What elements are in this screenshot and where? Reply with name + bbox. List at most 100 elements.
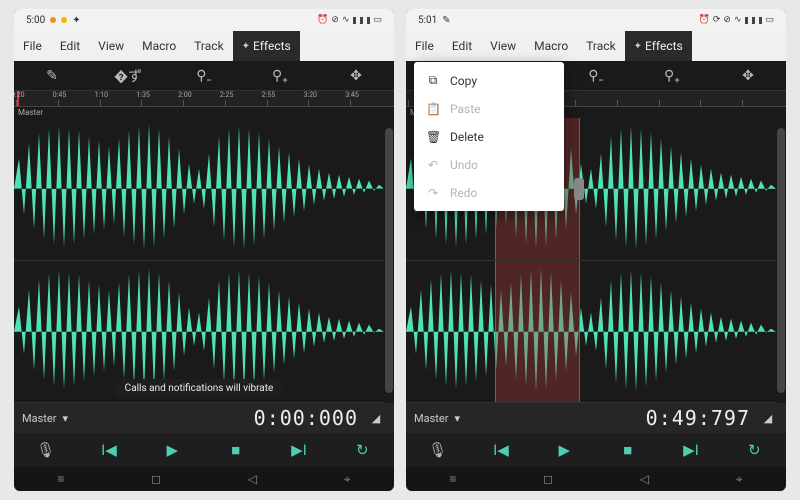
status-time: 5:00 bbox=[26, 15, 45, 26]
phone-screenshot-right: 5:01 ✎ ⏰ ⟳ ⊘ ∿ ▭ File Edit View Macro Tr… bbox=[406, 9, 786, 491]
meter-icon[interactable]: ◢ bbox=[758, 412, 778, 425]
status-time: 5:01 bbox=[418, 15, 437, 26]
menu-file[interactable]: File bbox=[14, 31, 51, 61]
menu-track[interactable]: Track bbox=[577, 31, 624, 61]
context-menu: ⧉ Copy 📋 Paste 🗑 Delete ↶ Undo ↷Redo bbox=[414, 62, 564, 211]
waveform-area[interactable]: Calls and notifications will vibrate bbox=[14, 118, 394, 403]
status-dot-icon bbox=[50, 17, 56, 23]
toast-notification: Calls and notifications will vibrate bbox=[115, 379, 284, 398]
nav-recent-icon[interactable]: ≡ bbox=[449, 472, 456, 486]
skip-back-button[interactable]: I◀ bbox=[487, 441, 515, 459]
play-button[interactable]: ▶ bbox=[158, 441, 186, 459]
zoom-out-icon[interactable]: ⚲₋ bbox=[581, 68, 611, 84]
menu-edit[interactable]: Edit bbox=[51, 31, 89, 61]
copy-icon: ⧉ bbox=[426, 73, 440, 88]
selection-region[interactable] bbox=[495, 261, 580, 403]
chevron-down-icon: ▾ bbox=[454, 412, 460, 425]
track-select[interactable]: Master ▾ bbox=[414, 412, 460, 425]
track-label: Master bbox=[14, 107, 394, 118]
context-copy[interactable]: ⧉ Copy bbox=[414, 66, 564, 95]
context-item-label: Delete bbox=[450, 130, 484, 144]
loop-button[interactable]: ↻ bbox=[740, 441, 768, 459]
menu-track[interactable]: Track bbox=[185, 31, 232, 61]
status-right-icons: ⏰ ⊘ ∿ ▭ bbox=[317, 15, 382, 25]
menu-effects[interactable]: Effects bbox=[233, 31, 300, 61]
menu-macro[interactable]: Macro bbox=[133, 31, 185, 61]
status-dot-icon bbox=[61, 17, 67, 23]
move-icon[interactable]: ✥ bbox=[733, 68, 763, 84]
scrollbar-vertical[interactable] bbox=[777, 128, 785, 393]
selection-handle-end[interactable] bbox=[574, 178, 584, 200]
nav-home-icon[interactable]: ◻ bbox=[543, 472, 553, 486]
loop-button[interactable]: ↻ bbox=[348, 441, 376, 459]
track-select[interactable]: Master ▾ bbox=[22, 412, 68, 425]
undo-icon: ↶ bbox=[426, 158, 440, 172]
track-select-label: Master bbox=[414, 412, 448, 425]
menu-view[interactable]: View bbox=[481, 31, 525, 61]
status-right-icons: ⏰ ⟳ ⊘ ∿ ▭ bbox=[699, 15, 774, 25]
meter-icon[interactable]: ◢ bbox=[366, 412, 386, 425]
zoom-out-icon[interactable]: ⚲₋ bbox=[189, 68, 219, 84]
move-icon[interactable]: ✥ bbox=[341, 68, 371, 84]
time-display: 0:00:000 bbox=[76, 406, 358, 430]
context-undo: ↶ Undo bbox=[414, 151, 564, 179]
tick-label: 3:45 bbox=[345, 91, 359, 99]
battery-icon: ▭ bbox=[765, 15, 774, 25]
alarm-icon: ⏰ bbox=[317, 15, 328, 25]
transport-info-bar: Master ▾ 0:49:797 ◢ bbox=[406, 403, 786, 433]
context-item-label: Undo bbox=[450, 158, 478, 172]
scrollbar-vertical[interactable] bbox=[385, 128, 393, 393]
tick-label: 0:45 bbox=[53, 91, 67, 99]
context-item-label: Paste bbox=[450, 102, 481, 116]
chevron-down-icon: ▾ bbox=[62, 412, 68, 425]
tick-label: 2:00 bbox=[178, 91, 192, 99]
menu-edit[interactable]: Edit bbox=[443, 31, 481, 61]
battery-icon: ▭ bbox=[373, 15, 382, 25]
context-redo: ↷Redo bbox=[414, 179, 564, 207]
time-display: 0:49:797 bbox=[468, 406, 750, 430]
waveform-channel-left[interactable] bbox=[14, 118, 384, 261]
tick-label: 1:35 bbox=[136, 91, 150, 99]
status-bar: 5:00 ✦ ⏰ ⊘ ∿ ▭ bbox=[14, 9, 394, 31]
menu-view[interactable]: View bbox=[89, 31, 133, 61]
status-misc-icon: ✦ bbox=[72, 15, 80, 26]
menu-macro[interactable]: Macro bbox=[525, 31, 577, 61]
android-nav-bar: ≡ ◻ ◁ ⌖ bbox=[406, 467, 786, 491]
menu-bar: File Edit View Macro Track Effects bbox=[406, 31, 786, 61]
nav-home-icon[interactable]: ◻ bbox=[151, 472, 161, 486]
context-item-label: Copy bbox=[450, 74, 477, 88]
menu-file[interactable]: File bbox=[406, 31, 443, 61]
alarm-icon: ⏰ bbox=[699, 15, 710, 25]
skip-back-button[interactable]: I◀ bbox=[95, 441, 123, 459]
tick-label: 0:20 bbox=[14, 91, 25, 99]
nav-accessibility-icon[interactable]: ⌖ bbox=[736, 472, 743, 487]
transport-info-bar: Master ▾ 0:00:000 ◢ bbox=[14, 403, 394, 433]
record-button[interactable]: 🎙 bbox=[424, 441, 452, 459]
tool-row: ✎ �ず ⚲₋ ⚲₊ ✥ bbox=[14, 61, 394, 91]
play-button[interactable]: ▶ bbox=[550, 441, 578, 459]
nav-back-icon[interactable]: ◁ bbox=[640, 472, 649, 486]
waveform-channel-right[interactable]: Calls and notifications will vibrate bbox=[14, 261, 384, 404]
android-nav-bar: ≡ ◻ ◁ ⌖ bbox=[14, 467, 394, 491]
menu-effects[interactable]: Effects bbox=[625, 31, 692, 61]
waveform-channel-right[interactable] bbox=[406, 261, 776, 404]
skip-forward-button[interactable]: ▶I bbox=[285, 441, 313, 459]
stop-button[interactable]: ■ bbox=[222, 441, 250, 459]
pencil-icon[interactable]: ✎ bbox=[37, 68, 67, 84]
tick-label: 2:55 bbox=[262, 91, 276, 99]
vibrate-icon: ∿ bbox=[734, 15, 742, 25]
timeline-ruler[interactable]: 0:20 0:45 1:10 1:35 2:00 2:25 2:55 3:20 … bbox=[14, 91, 394, 107]
paste-icon: 📋 bbox=[426, 102, 440, 116]
context-delete[interactable]: 🗑 Delete bbox=[414, 123, 564, 151]
record-button[interactable]: 🎙 bbox=[32, 441, 60, 459]
zoom-in-icon[interactable]: ⚲₊ bbox=[265, 68, 295, 84]
zoom-in-icon[interactable]: ⚲₊ bbox=[657, 68, 687, 84]
crop-icon[interactable]: �ず bbox=[113, 66, 143, 86]
skip-forward-button[interactable]: ▶I bbox=[677, 441, 705, 459]
stop-button[interactable]: ■ bbox=[614, 441, 642, 459]
tick-label: 2:25 bbox=[220, 91, 234, 99]
nav-back-icon[interactable]: ◁ bbox=[248, 472, 257, 486]
delete-icon: 🗑 bbox=[426, 130, 440, 144]
nav-recent-icon[interactable]: ≡ bbox=[57, 472, 64, 486]
nav-accessibility-icon[interactable]: ⌖ bbox=[344, 472, 351, 487]
